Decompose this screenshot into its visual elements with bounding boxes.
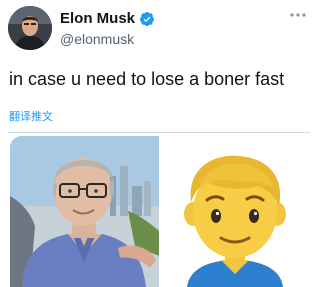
divider [8,132,310,133]
verified-badge-icon [139,11,155,27]
tweet-card[interactable]: Elon Musk @elonmusk in case u need to lo… [0,0,318,287]
media-photo-right[interactable] [159,136,308,287]
avatar[interactable] [8,6,52,50]
tweet-media[interactable] [10,136,308,287]
more-horizontal-icon[interactable] [288,8,308,24]
man-emoji-icon [159,136,308,287]
display-name[interactable]: Elon Musk [60,10,135,28]
profile-photo-icon [8,6,52,50]
author-handle[interactable]: @elonmusk [60,31,134,48]
person-photo-icon [10,136,159,287]
translate-tweet-link[interactable]: 翻译推文 [9,110,53,124]
author-name-row[interactable]: Elon Musk [60,10,155,28]
media-photo-left[interactable] [10,136,159,287]
tweet-text: in case u need to lose a boner fast [9,69,285,89]
